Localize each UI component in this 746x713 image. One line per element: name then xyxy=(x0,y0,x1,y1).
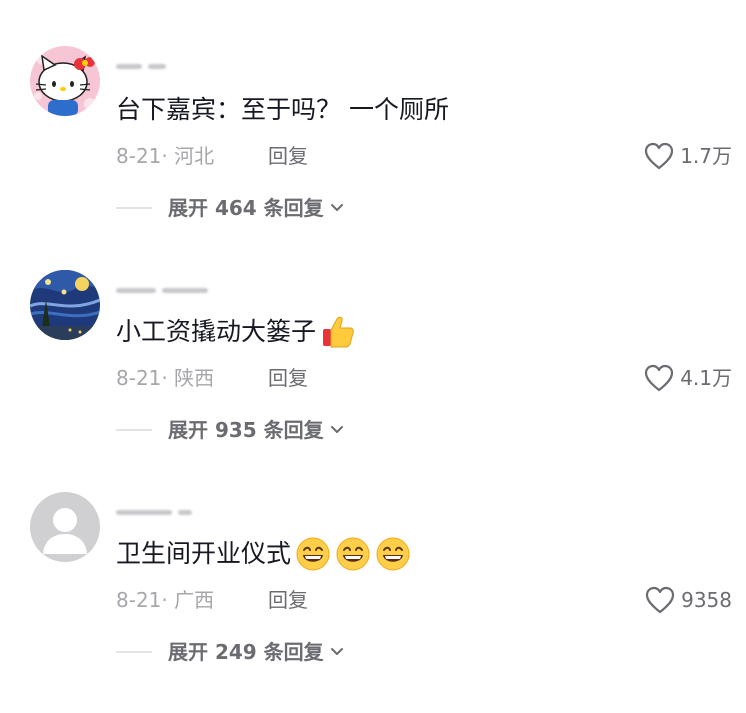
like-count: 9358 xyxy=(681,588,732,612)
comment-text-content: 卫生间开业仪式 xyxy=(116,539,292,568)
expand-replies-button[interactable]: 展开 464 条回复 xyxy=(116,194,344,222)
starry-night-avatar[interactable] xyxy=(30,270,100,340)
like-button[interactable]: 4.1万 xyxy=(644,364,732,392)
heart-outline-icon xyxy=(645,142,674,170)
chevron-down-icon xyxy=(330,204,343,211)
comment-item: 小工资撬动大篓子 8-21· 陕西 回复 4.1万 展开 935 条回复 xyxy=(0,222,746,444)
thumbs-up-emoji xyxy=(323,316,354,348)
username-blurred[interactable] xyxy=(116,56,166,76)
comment-text-content: 台下嘉宾：至于吗？ 一个厕所 xyxy=(116,95,449,124)
comment-text: 卫生间开业仪式 xyxy=(116,536,411,572)
reply-button[interactable]: 回复 xyxy=(268,364,308,392)
reply-button[interactable]: 回复 xyxy=(268,142,308,170)
comment-text-content: 小工资撬动大篓子 xyxy=(116,317,317,346)
comment-text: 台下嘉宾：至于吗？ 一个厕所 xyxy=(116,92,449,128)
heart-outline-icon xyxy=(645,364,674,392)
like-button[interactable]: 1.7万 xyxy=(644,142,732,170)
blurred-username-part xyxy=(116,509,172,515)
divider-line xyxy=(116,207,152,209)
comment-meta: 8-21· 河北 xyxy=(116,144,215,168)
comment-meta: 8-21· 广西 xyxy=(116,588,215,612)
comment-meta: 8-21· 陕西 xyxy=(116,366,215,390)
expand-replies-label: 展开 464 条回复 xyxy=(168,196,324,220)
divider-line xyxy=(116,429,152,431)
expand-replies-label: 展开 935 条回复 xyxy=(168,418,324,442)
heart-outline-icon xyxy=(645,586,675,614)
comment-item: 卫生间开业仪式 8-21· 广西 回复 9358 展开 249 条回复 xyxy=(0,444,746,666)
like-button[interactable]: 9358 xyxy=(645,586,732,614)
grinning-face-emoji xyxy=(296,537,330,571)
comment-text: 小工资撬动大篓子 xyxy=(116,314,356,350)
grinning-face-emoji xyxy=(336,537,370,571)
reply-button[interactable]: 回复 xyxy=(268,586,308,614)
blurred-username-part xyxy=(116,63,142,69)
blurred-username-part xyxy=(148,63,166,69)
like-count: 4.1万 xyxy=(680,366,732,390)
blurred-username-part xyxy=(116,287,156,293)
expand-replies-button[interactable]: 展开 935 条回复 xyxy=(116,416,344,444)
username-blurred[interactable] xyxy=(116,502,192,522)
expand-replies-button[interactable]: 展开 249 条回复 xyxy=(116,638,344,666)
chevron-down-icon xyxy=(330,426,343,433)
like-count: 1.7万 xyxy=(680,144,732,168)
hello-kitty-avatar[interactable] xyxy=(30,46,100,116)
blurred-username-part xyxy=(178,509,192,515)
divider-line xyxy=(116,651,152,653)
comment-item: 台下嘉宾：至于吗？ 一个厕所 8-21· 河北 回复 1.7万 展开 464 条… xyxy=(0,0,746,222)
blurred-username-part xyxy=(162,287,208,293)
chevron-down-icon xyxy=(330,648,343,655)
username-blurred[interactable] xyxy=(116,280,208,300)
grinning-face-emoji xyxy=(376,537,410,571)
default-user-avatar[interactable] xyxy=(30,492,100,562)
expand-replies-label: 展开 249 条回复 xyxy=(168,640,324,664)
